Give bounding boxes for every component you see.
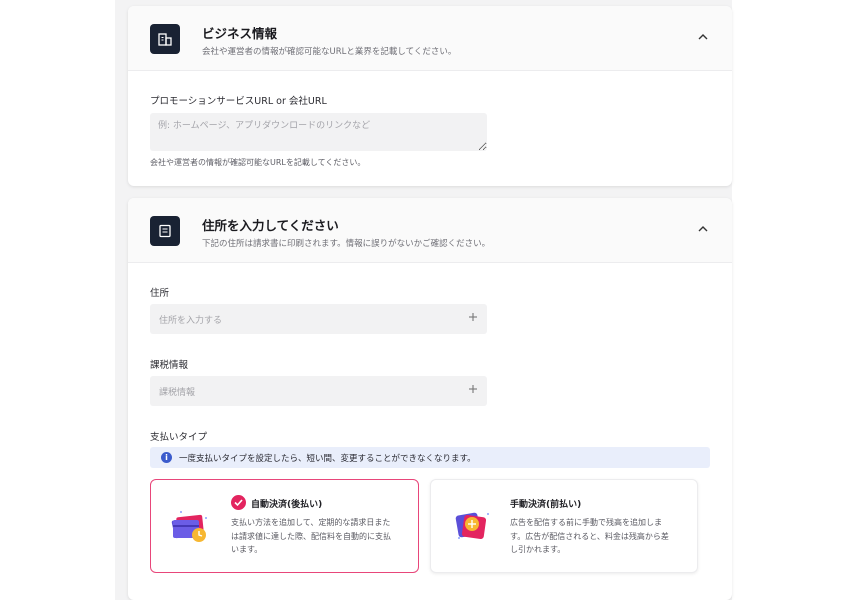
address-header[interactable]: 住所を入力してください 下記の住所は請求書に印刷されます。情報に誤りがないかご確…	[128, 198, 732, 263]
checkmark-icon	[231, 495, 246, 510]
manual-payment-title: 手動決済(前払い)	[510, 500, 582, 510]
chevron-up-icon[interactable]	[696, 222, 710, 236]
address-card: 住所を入力してください 下記の住所は請求書に印刷されます。情報に誤りがないかご確…	[128, 198, 732, 600]
business-info-subtitle: 会社や運営者の情報が確認可能なURLと業界を記載してください。	[202, 47, 457, 57]
wallet-coin-icon	[455, 512, 489, 540]
building-icon	[150, 24, 180, 54]
business-info-header[interactable]: ビジネス情報 会社や運営者の情報が確認可能なURLと業界を記載してください。	[128, 6, 732, 71]
left-margin	[0, 0, 115, 600]
business-info-card: ビジネス情報 会社や運営者の情報が確認可能なURLと業界を記載してください。 プ…	[128, 6, 732, 186]
chevron-up-icon[interactable]	[696, 30, 710, 44]
address-subtitle: 下記の住所は請求書に印刷されます。情報に誤りがないかご確認ください。	[202, 239, 491, 249]
payment-type-label: 支払いタイプ	[150, 432, 208, 443]
manual-payment-option[interactable]: 手動決済(前払い) 広告を配信する前に手動で残高を追加しま す。広告が配信される…	[430, 479, 698, 573]
address-label: 住所	[150, 288, 170, 299]
payment-info-text: 一度支払いタイプを設定したら、短い間、変更することができなくなります。	[179, 454, 476, 464]
auto-payment-description: 支払い方法を追加して、定期的な請求日また は請求値に達した際、配信料を自動的に支…	[231, 518, 391, 554]
business-info-body: プロモーションサービスURL or 会社URL 会社や運営者の情報が確認可能なU…	[128, 71, 732, 186]
address-body: 住所 住所を入力する 課税情報 課税情報 支払いタイプ i 一度支払いタイプを設…	[128, 263, 732, 600]
business-info-title: ビジネス情報	[202, 26, 278, 41]
auto-payment-option[interactable]: 自動決済(後払い) 支払い方法を追加して、定期的な請求日また は請求値に達した際…	[150, 479, 419, 573]
receipt-icon	[150, 216, 180, 246]
payment-info-notice: i 一度支払いタイプを設定したら、短い間、変更することができなくなります。	[150, 447, 710, 468]
info-icon: i	[161, 452, 172, 463]
tax-info-label: 課税情報	[150, 360, 189, 371]
credit-card-clock-icon	[171, 511, 207, 542]
url-helper-text: 会社や運営者の情報が確認可能なURLを記載してください。	[150, 158, 366, 167]
url-textarea[interactable]	[150, 113, 487, 151]
auto-payment-title: 自動決済(後払い)	[251, 500, 323, 510]
plus-icon[interactable]	[467, 311, 479, 323]
tax-info-input[interactable]: 課税情報	[150, 376, 487, 406]
address-title: 住所を入力してください	[202, 218, 339, 233]
manual-payment-description: 広告を配信する前に手動で残高を追加しま す。広告が配信されると、料金は残高から差…	[510, 518, 669, 554]
url-field-label: プロモーションサービスURL or 会社URL	[150, 96, 327, 107]
plus-icon[interactable]	[467, 383, 479, 395]
address-input[interactable]: 住所を入力する	[150, 304, 487, 334]
tax-info-placeholder: 課税情報	[159, 388, 196, 398]
address-placeholder: 住所を入力する	[159, 316, 223, 326]
right-margin	[732, 0, 850, 600]
